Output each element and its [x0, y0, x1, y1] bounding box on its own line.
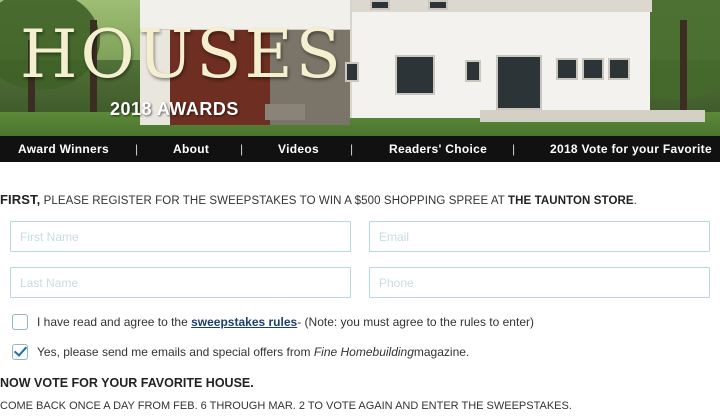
emails-text-before: Yes, please send me emails and special o… [37, 345, 311, 359]
emails-checkbox[interactable] [12, 344, 28, 360]
house-planter [265, 104, 305, 120]
hero-tree-trunk [680, 20, 687, 120]
sweepstakes-rules-link[interactable]: sweepstakes rules [191, 315, 297, 329]
intro-store: THE TAUNTON STORE [508, 195, 634, 207]
emails-checkbox-row: Yes, please send me emails and special o… [12, 344, 469, 360]
intro-text: PLEASE REGISTER FOR THE SWEEPSTAKES TO W… [40, 195, 509, 207]
house-window [465, 60, 481, 82]
nav-separator: | [135, 142, 139, 156]
house-window [428, 0, 448, 10]
house-window [395, 55, 435, 95]
rules-checkbox[interactable] [12, 314, 28, 330]
hero-banner: HOUSES 2018 AWARDS [0, 0, 720, 136]
house-window [496, 55, 542, 110]
main-nav: Award Winners | About | Videos | Readers… [0, 136, 720, 162]
nav-separator: | [240, 142, 244, 156]
hero-subtitle: 2018 AWARDS [110, 99, 239, 119]
first-name-field[interactable] [10, 221, 351, 252]
vote-heading: NOW VOTE FOR YOUR FAVORITE HOUSE. [0, 376, 254, 390]
nav-videos[interactable]: Videos [278, 142, 319, 156]
house-window [370, 0, 390, 10]
email-field[interactable] [369, 221, 710, 252]
nav-separator: | [512, 142, 516, 156]
rules-text-before: I have read and agree to the [37, 315, 188, 329]
hero-title: HOUSES [20, 16, 344, 93]
house-window [345, 62, 359, 82]
sweepstakes-intro: FIRST, PLEASE REGISTER FOR THE SWEEPSTAK… [0, 192, 637, 207]
nav-award-winners[interactable]: Award Winners [18, 142, 109, 156]
rules-text-after: - (Note: you must agree to the rules to … [297, 315, 534, 329]
nav-separator: | [350, 142, 354, 156]
house-window [608, 58, 630, 80]
last-name-field[interactable] [10, 267, 351, 298]
phone-field[interactable] [369, 267, 710, 298]
emails-text-after: magazine. [413, 345, 470, 359]
nav-about[interactable]: About [173, 142, 209, 156]
rules-checkbox-row: I have read and agree to the sweepstakes… [12, 314, 534, 330]
intro-end: . [633, 195, 637, 207]
house-window [582, 58, 604, 80]
nav-vote-favorite[interactable]: 2018 Vote for your Favorite [550, 142, 712, 156]
house-patio [480, 110, 705, 122]
magazine-name: Fine Homebuilding [313, 345, 414, 359]
vote-note: COME BACK ONCE A DAY FROM FEB. 6 THROUGH… [0, 400, 572, 412]
house-window [556, 58, 578, 80]
nav-readers-choice[interactable]: Readers' Choice [389, 142, 487, 156]
intro-lead: FIRST, [0, 192, 41, 207]
